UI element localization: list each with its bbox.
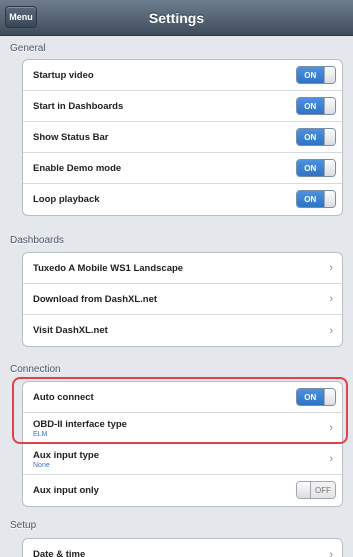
- row-download-dashxl[interactable]: Download from DashXL.net ›: [23, 284, 342, 315]
- toggle-state: ON: [297, 67, 324, 83]
- row-label: Auto connect: [33, 391, 94, 403]
- chevron-right-icon: ›: [329, 293, 333, 305]
- page-title: Settings: [148, 10, 205, 26]
- toggle-knob: [297, 482, 311, 498]
- toggle-knob: [323, 389, 335, 405]
- row-text: OBD-II interface type ELM: [33, 419, 127, 438]
- row-show-status-bar: Show Status Bar ON: [23, 122, 342, 153]
- startup-video-toggle[interactable]: ON: [296, 66, 336, 84]
- dashboards-group: Tuxedo A Mobile WS1 Landscape › Download…: [22, 252, 343, 347]
- row-label: OBD-II interface type: [33, 418, 127, 430]
- connection-group: Auto connect ON OBD-II interface type EL…: [22, 381, 343, 507]
- row-label: Show Status Bar: [33, 131, 109, 143]
- row-label: Download from DashXL.net: [33, 293, 158, 305]
- row-aux-input-only: Aux input only OFF: [23, 475, 342, 506]
- section-header-general: General: [10, 43, 46, 54]
- row-text: Aux input type None: [33, 450, 99, 469]
- loop-playback-toggle[interactable]: ON: [296, 190, 336, 208]
- toggle-knob: [323, 191, 335, 207]
- navigation-bar: Menu Settings: [0, 0, 353, 36]
- start-in-dashboards-toggle[interactable]: ON: [296, 97, 336, 115]
- row-tuxedo-dashboard[interactable]: Tuxedo A Mobile WS1 Landscape ›: [23, 253, 342, 284]
- chevron-right-icon: ›: [329, 453, 333, 465]
- row-startup-video: Startup video ON: [23, 60, 342, 91]
- chevron-right-icon: ›: [329, 262, 333, 274]
- toggle-knob: [323, 160, 335, 176]
- toggle-state: ON: [297, 191, 324, 207]
- row-label: Startup video: [33, 69, 94, 81]
- row-label: Date & time: [33, 549, 86, 557]
- row-label: Visit DashXL.net: [33, 325, 108, 336]
- section-header-setup: Setup: [10, 520, 37, 531]
- toggle-knob: [323, 98, 335, 114]
- row-obd-interface-type[interactable]: OBD-II interface type ELM ›: [23, 413, 342, 444]
- row-date-time[interactable]: Date & time ›: [23, 539, 342, 557]
- row-visit-dashxl[interactable]: Visit DashXL.net ›: [23, 315, 342, 346]
- row-label: Start in Dashboards: [33, 100, 124, 112]
- row-label: Tuxedo A Mobile WS1 Landscape: [33, 262, 184, 274]
- enable-demo-mode-toggle[interactable]: ON: [296, 159, 336, 177]
- toggle-state: ON: [297, 160, 324, 176]
- toggle-state: ON: [297, 389, 324, 405]
- chevron-right-icon: ›: [329, 324, 333, 337]
- toggle-state: ON: [297, 129, 324, 145]
- row-loop-playback: Loop playback ON: [23, 184, 342, 215]
- setup-group: Date & time ›: [22, 538, 343, 557]
- chevron-right-icon: ›: [329, 422, 333, 434]
- row-label: Aux input type: [33, 449, 99, 461]
- row-value: ELM: [33, 430, 48, 438]
- row-aux-input-type[interactable]: Aux input type None ›: [23, 444, 342, 475]
- chevron-right-icon: ›: [329, 548, 333, 557]
- row-auto-connect: Auto connect ON: [23, 382, 342, 413]
- toggle-knob: [323, 67, 335, 83]
- row-label: Enable Demo mode: [33, 162, 122, 174]
- aux-input-only-toggle[interactable]: OFF: [296, 481, 336, 499]
- row-label: Aux input only: [33, 485, 99, 496]
- auto-connect-toggle[interactable]: ON: [296, 388, 336, 406]
- row-value: None: [33, 461, 50, 469]
- row-start-in-dashboards: Start in Dashboards ON: [23, 91, 342, 122]
- row-enable-demo-mode: Enable Demo mode ON: [23, 153, 342, 184]
- toggle-state: OFF: [311, 482, 335, 498]
- section-header-dashboards: Dashboards: [10, 235, 64, 246]
- toggle-state: ON: [297, 98, 324, 114]
- toggle-knob: [323, 129, 335, 145]
- general-group: Startup video ON Start in Dashboards ON …: [22, 59, 343, 216]
- show-status-bar-toggle[interactable]: ON: [296, 128, 336, 146]
- row-label: Loop playback: [33, 194, 100, 205]
- section-header-connection: Connection: [10, 364, 61, 375]
